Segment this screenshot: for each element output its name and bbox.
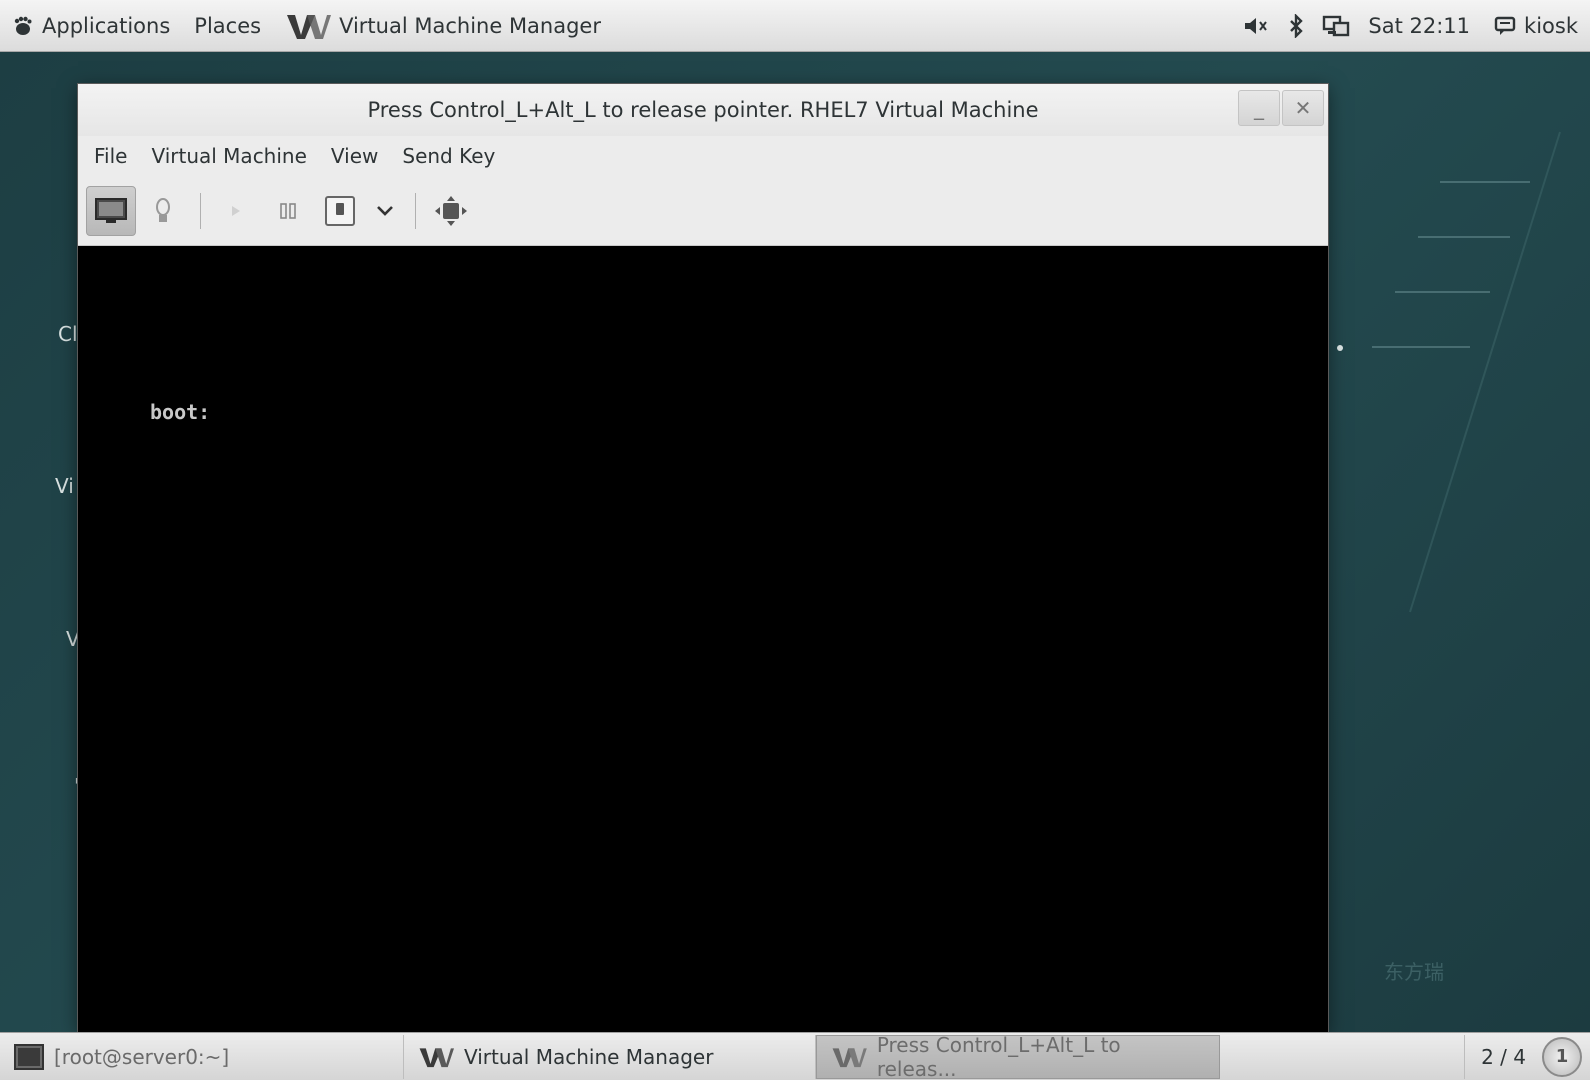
task-label: [root@server0:~] — [54, 1044, 230, 1069]
gnome-foot-icon — [14, 16, 32, 35]
console-button[interactable] — [86, 185, 136, 236]
network-icon[interactable] — [1316, 0, 1356, 52]
minimize-icon: _ — [1254, 96, 1264, 120]
volume-muted-icon[interactable] — [1236, 0, 1276, 52]
run-icon — [232, 205, 240, 216]
toolbar-separator — [415, 192, 416, 229]
dropdown-icon — [377, 205, 393, 216]
user-label: kiosk — [1524, 13, 1578, 38]
menu-file[interactable]: File — [82, 136, 139, 176]
menu-view[interactable]: View — [319, 136, 390, 176]
fullscreen-icon — [435, 195, 467, 226]
active-app-label: Virtual Machine Manager — [339, 13, 601, 38]
task-label: Virtual Machine Manager — [464, 1044, 714, 1069]
vmm-icon — [832, 1047, 867, 1067]
toolbar-separator — [200, 192, 201, 229]
menubar: File Virtual Machine View Send Key — [78, 136, 1328, 176]
desktop-decoration — [1337, 131, 1561, 613]
pause-icon — [280, 202, 296, 219]
clock[interactable]: Sat 22:11 — [1356, 0, 1482, 52]
watermark: 东方瑞 — [1384, 960, 1444, 984]
console-icon — [95, 197, 127, 223]
task-label: Press Control_L+Alt_L to releas... — [876, 1032, 1121, 1080]
user-menu[interactable]: kiosk — [1482, 0, 1590, 52]
workspace-switcher[interactable]: 2 / 4 — [1464, 1034, 1542, 1079]
bluetooth-icon[interactable] — [1276, 0, 1316, 52]
task-vm-console[interactable]: Press Control_L+Alt_L to releas... — [816, 1032, 1220, 1080]
shutdown-dropdown-button[interactable] — [367, 186, 403, 236]
vm-window: Press Control_L+Alt_L to release pointer… — [78, 84, 1328, 1032]
task-terminal[interactable]: [root@server0:~] — [0, 1034, 404, 1079]
user-icon — [1494, 16, 1516, 35]
close-button[interactable]: ✕ — [1282, 90, 1324, 126]
bottom-taskbar: [root@server0:~] Virtual Machine Manager… — [0, 1032, 1590, 1080]
pause-button[interactable] — [263, 186, 313, 236]
terminal-icon — [14, 1043, 44, 1070]
applications-label: Applications — [42, 13, 171, 38]
task-vmm[interactable]: Virtual Machine Manager — [404, 1034, 816, 1079]
workspace-label: 2 / 4 — [1481, 1044, 1526, 1069]
active-app-menu[interactable]: Virtual Machine Manager — [273, 0, 613, 52]
vmm-icon — [419, 1047, 454, 1067]
shutdown-button[interactable] — [315, 186, 365, 236]
clock-label: Sat 22:11 — [1368, 13, 1471, 38]
details-lightbulb-icon — [156, 197, 170, 222]
toolbar — [78, 176, 1328, 246]
window-title: Press Control_L+Alt_L to release pointer… — [367, 98, 1039, 122]
close-icon: ✕ — [1294, 96, 1312, 120]
fullscreen-button[interactable] — [426, 186, 476, 236]
console-boot-prompt: boot: — [150, 400, 211, 424]
run-button[interactable] — [211, 186, 261, 236]
vmm-icon — [287, 14, 332, 39]
notification-count: 1 — [1555, 1046, 1569, 1067]
desktop-icon-label[interactable]: Cl — [58, 322, 78, 346]
vm-console-display[interactable]: boot: — [78, 246, 1328, 1032]
menu-send-key[interactable]: Send Key — [390, 136, 507, 176]
window-titlebar[interactable]: Press Control_L+Alt_L to release pointer… — [78, 84, 1328, 136]
places-label: Places — [194, 13, 262, 38]
applications-menu[interactable]: Applications — [0, 0, 182, 52]
minimize-button[interactable]: _ — [1238, 90, 1280, 126]
top-panel: Applications Places Virtual Machine Mana… — [0, 0, 1590, 52]
details-button[interactable] — [138, 186, 188, 236]
shutdown-icon — [325, 195, 355, 226]
menu-virtual-machine[interactable]: Virtual Machine — [139, 136, 318, 176]
places-menu[interactable]: Places — [182, 0, 273, 52]
desktop-icon-label[interactable]: Vi — [55, 474, 74, 498]
notification-badge[interactable]: 1 — [1542, 1036, 1582, 1077]
